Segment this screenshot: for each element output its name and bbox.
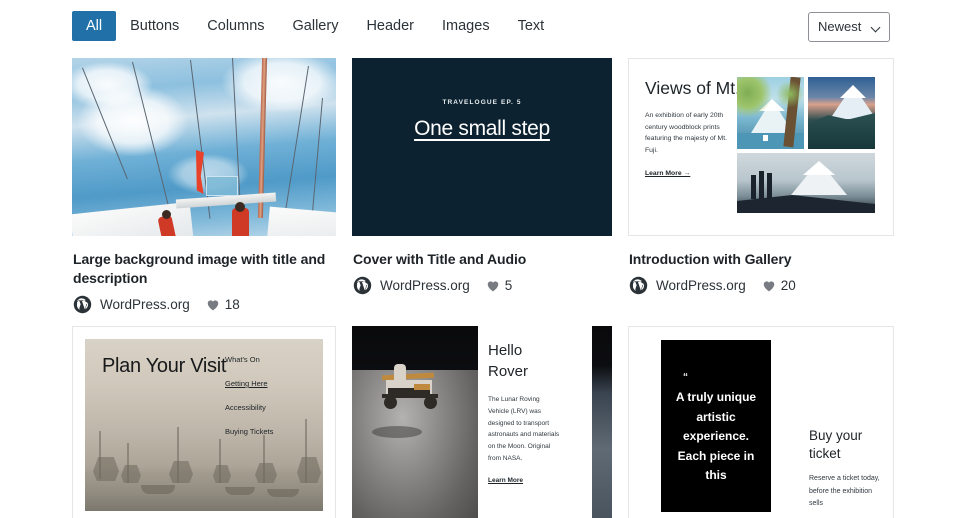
wordpress-logo-icon	[629, 276, 648, 295]
pattern-card[interactable]: Large background image with title and de…	[72, 58, 336, 348]
visit-heading: Plan Your Visit	[102, 355, 227, 377]
pattern-likes: 20	[762, 278, 796, 294]
tab-gallery[interactable]: Gallery	[279, 11, 353, 41]
pattern-meta: WordPress.org 20	[629, 276, 796, 295]
tab-buttons[interactable]: Buttons	[116, 11, 193, 41]
learn-more-link[interactable]: Learn More	[488, 477, 523, 484]
buy-ticket-column: Buy your ticket Reserve a ticket today, …	[809, 427, 885, 511]
tab-text[interactable]: Text	[504, 11, 559, 41]
chevron-down-icon	[872, 24, 880, 32]
pattern-like-count: 18	[224, 296, 240, 312]
heart-icon	[486, 279, 500, 292]
quote-block: “ A truly unique artistic experience. Ea…	[661, 340, 771, 512]
pattern-preview[interactable]: Hello Rover The Lunar Roving Vehicle (LR…	[352, 326, 612, 518]
sort-select[interactable]: Newest	[808, 12, 890, 42]
block-pattern-directory: All Buttons Columns Gallery Header Image…	[0, 0, 969, 518]
pattern-card[interactable]: Plan Your Visit What's On Getting Here A…	[72, 326, 336, 518]
tab-images[interactable]: Images	[428, 11, 504, 41]
pattern-grid: Large background image with title and de…	[0, 54, 969, 518]
pattern-preview[interactable]: TRAVELOGUE EP. 5 One small step	[352, 58, 612, 236]
pattern-meta: WordPress.org 5	[353, 276, 526, 295]
pattern-preview[interactable]	[72, 58, 336, 236]
pattern-author: WordPress.org	[656, 277, 746, 293]
moon-surface-photo	[592, 326, 612, 518]
sort-control: Newest	[808, 12, 890, 42]
sort-selected-value: Newest	[818, 19, 862, 34]
quote-text: A truly unique artistic experience. Each…	[675, 390, 757, 482]
nav-item-getting-here[interactable]: Getting Here	[225, 379, 303, 389]
heart-icon	[206, 298, 220, 311]
fuji-gallery-preview: Views of Mt. Fuji An exhibition of early…	[629, 59, 893, 235]
quote-mark-icon: “	[683, 372, 688, 383]
learn-more-link[interactable]: Learn More →	[645, 170, 690, 177]
pattern-preview[interactable]: “ A truly unique artistic experience. Ea…	[628, 326, 894, 518]
wordpress-logo-icon	[353, 276, 372, 295]
pattern-like-count: 20	[780, 277, 796, 293]
rover-text-column: Hello Rover The Lunar Roving Vehicle (LR…	[488, 340, 560, 487]
buy-ticket-body: Reserve a ticket today, before the exhib…	[809, 475, 880, 507]
rover-heading: Hello Rover	[488, 342, 529, 380]
pattern-author: WordPress.org	[380, 277, 470, 293]
nav-item-accessibility[interactable]: Accessibility	[225, 403, 303, 413]
pattern-card[interactable]: Hello Rover The Lunar Roving Vehicle (LR…	[352, 326, 612, 518]
pattern-preview[interactable]: Views of Mt. Fuji An exhibition of early…	[628, 58, 894, 236]
cover-eyebrow: TRAVELOGUE EP. 5	[442, 99, 522, 106]
pattern-title: Large background image with title and de…	[73, 251, 326, 286]
dark-cover-preview: TRAVELOGUE EP. 5 One small step	[352, 58, 612, 236]
pattern-card[interactable]: TRAVELOGUE EP. 5 One small step Cover wi…	[352, 58, 612, 348]
buy-ticket-heading: Buy your ticket	[809, 428, 863, 461]
sailboat-watercolor-preview	[72, 58, 336, 236]
category-tabs: All Buttons Columns Gallery Header Image…	[72, 11, 558, 41]
cover-heading: One small step	[414, 117, 550, 140]
fuji-image-2	[808, 77, 875, 149]
pattern-title: Cover with Title and Audio	[353, 251, 527, 267]
fuji-body: An exhibition of early 20th century wood…	[645, 112, 727, 154]
pattern-card[interactable]: Views of Mt. Fuji An exhibition of early…	[628, 58, 894, 348]
pattern-preview[interactable]: Plan Your Visit What's On Getting Here A…	[72, 326, 336, 518]
tab-header[interactable]: Header	[352, 11, 428, 41]
hello-rover-preview: Hello Rover The Lunar Roving Vehicle (LR…	[352, 326, 612, 518]
quote-buy-ticket-preview: “ A truly unique artistic experience. Ea…	[629, 327, 893, 518]
pattern-caption: Cover with Title and Audio WordPress.org…	[353, 250, 526, 295]
pattern-caption: Introduction with Gallery WordPress.org …	[629, 250, 796, 295]
fuji-image-3	[737, 153, 875, 213]
pattern-caption: Large background image with title and de…	[73, 250, 333, 314]
pattern-author: WordPress.org	[100, 296, 190, 312]
plan-your-visit-preview: Plan Your Visit What's On Getting Here A…	[85, 339, 323, 511]
nav-item-whats-on[interactable]: What's On	[225, 355, 303, 365]
tab-columns[interactable]: Columns	[193, 11, 278, 41]
fuji-image-1	[737, 77, 804, 149]
pattern-card[interactable]: “ A truly unique artistic experience. Ea…	[628, 326, 894, 518]
tab-all[interactable]: All	[72, 11, 117, 41]
wordpress-logo-icon	[73, 295, 92, 314]
heart-icon	[762, 279, 776, 292]
pattern-title: Introduction with Gallery	[629, 251, 792, 267]
filter-toolbar: All Buttons Columns Gallery Header Image…	[0, 0, 969, 54]
rover-body: The Lunar Roving Vehicle (LRV) was desig…	[488, 396, 560, 462]
pattern-likes: 5	[486, 277, 513, 294]
pattern-like-count: 5	[504, 277, 513, 293]
pattern-meta: WordPress.org 18	[73, 295, 333, 314]
pattern-likes: 18	[206, 297, 240, 313]
moon-rover-photo	[352, 326, 478, 518]
